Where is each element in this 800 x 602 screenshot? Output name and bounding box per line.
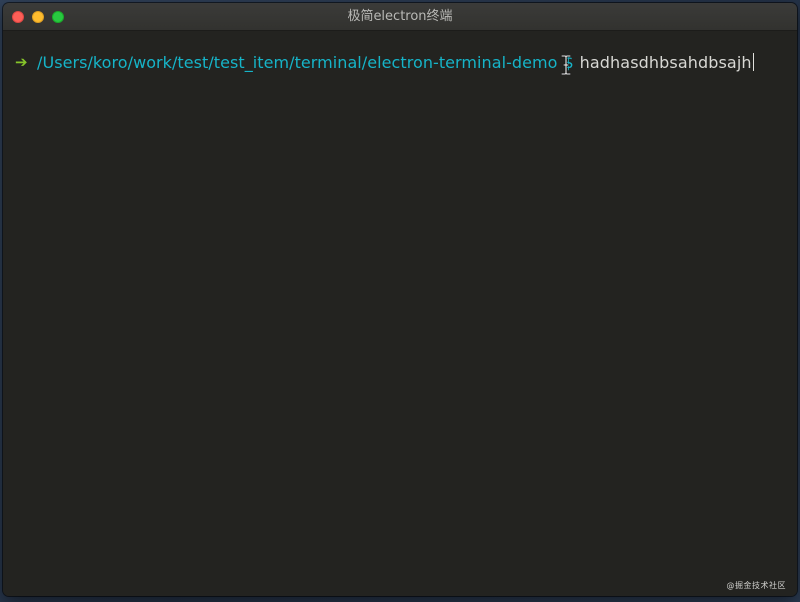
terminal-window: 极简electron终端 ➔ /Users/koro/work/test/tes… bbox=[3, 3, 797, 596]
command-input[interactable]: hadhasdhbsahdbsajh bbox=[580, 53, 752, 72]
title-bar[interactable]: 极简electron终端 bbox=[3, 3, 797, 31]
desktop-background: 极简electron终端 ➔ /Users/koro/work/test/tes… bbox=[0, 0, 800, 602]
prompt-arrow-icon: ➔ bbox=[15, 53, 28, 71]
ibeam-cursor-icon bbox=[561, 55, 571, 75]
prompt-line: ➔ /Users/koro/work/test/test_item/termin… bbox=[15, 51, 797, 73]
watermark: @掘金技术社区 bbox=[726, 581, 786, 590]
terminal-area[interactable]: ➔ /Users/koro/work/test/test_item/termin… bbox=[3, 31, 797, 596]
current-directory: /Users/koro/work/test/test_item/terminal… bbox=[37, 52, 558, 72]
window-title: 极简electron终端 bbox=[347, 9, 453, 24]
text-caret bbox=[752, 53, 754, 71]
